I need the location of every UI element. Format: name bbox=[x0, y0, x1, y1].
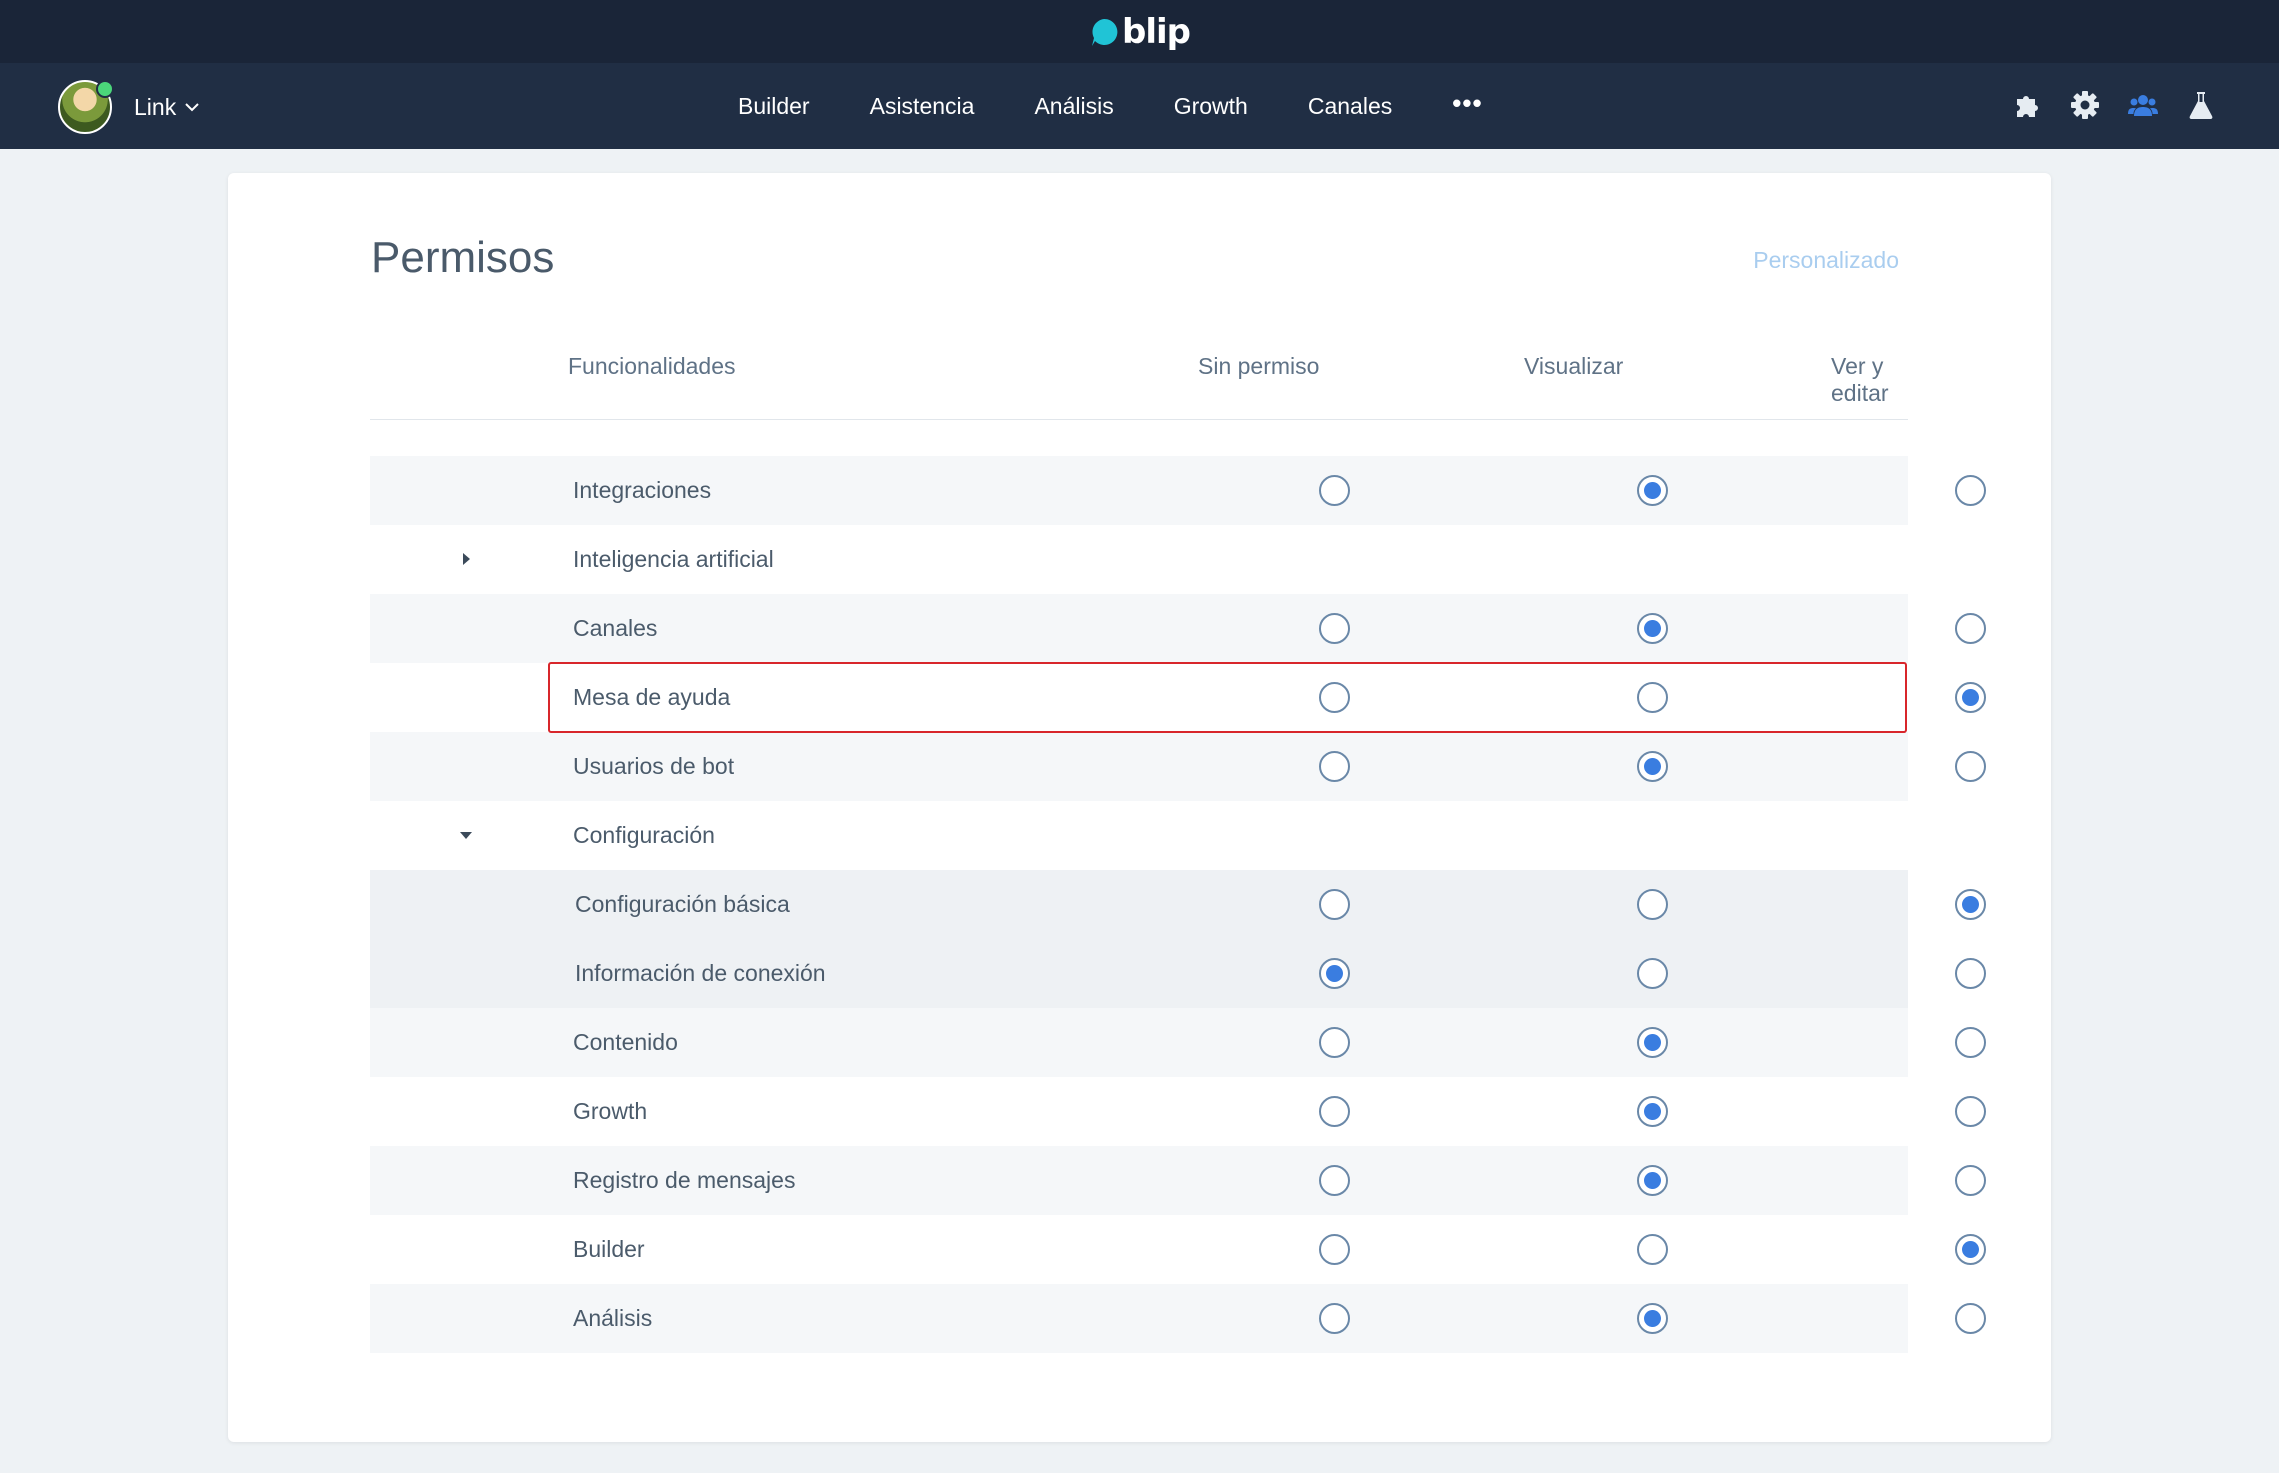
permission-radio-view[interactable] bbox=[1637, 1027, 1668, 1058]
feature-label: Growth bbox=[573, 1098, 648, 1124]
highlight-box bbox=[548, 662, 1907, 733]
permission-radio-none[interactable] bbox=[1319, 475, 1350, 506]
permission-radio-none[interactable] bbox=[1319, 889, 1350, 920]
caret-down-icon[interactable] bbox=[458, 827, 474, 843]
nav-more-button[interactable]: ••• bbox=[1452, 88, 1482, 119]
table-row: Integraciones bbox=[370, 456, 1986, 525]
permission-radio-edit[interactable] bbox=[1955, 1096, 1986, 1127]
brand-bar: blip bbox=[0, 0, 2279, 63]
permission-radio-none[interactable] bbox=[1319, 613, 1350, 644]
column-header-feature: Funcionalidades bbox=[568, 353, 736, 379]
table-row: Builder bbox=[370, 1215, 1986, 1284]
table-row: Análisis bbox=[370, 1284, 1986, 1353]
column-header-edit: Ver y editar bbox=[1831, 353, 1889, 406]
table-header: Funcionalidades Sin permiso Visualizar V… bbox=[370, 353, 1908, 420]
permission-radio-none[interactable] bbox=[1319, 958, 1350, 989]
nav-icons bbox=[2011, 89, 2217, 121]
feature-label: Inteligencia artificial bbox=[573, 546, 774, 572]
column-header-none: Sin permiso bbox=[1198, 353, 1320, 379]
permission-radio-none[interactable] bbox=[1319, 1165, 1350, 1196]
permission-radio-edit[interactable] bbox=[1955, 682, 1986, 713]
column-header-view: Visualizar bbox=[1524, 353, 1624, 379]
feature-label: Análisis bbox=[573, 1305, 653, 1331]
table-row: Growth bbox=[370, 1077, 1986, 1146]
table-row: Usuarios de bot bbox=[370, 732, 1986, 801]
chevron-down-icon[interactable] bbox=[184, 99, 200, 115]
puzzle-icon[interactable] bbox=[2011, 89, 2043, 121]
permission-radio-none[interactable] bbox=[1319, 751, 1350, 782]
permission-radio-edit[interactable] bbox=[1955, 475, 1986, 506]
permission-radio-edit[interactable] bbox=[1955, 1165, 1986, 1196]
gear-icon[interactable] bbox=[2069, 89, 2101, 121]
permission-radio-edit[interactable] bbox=[1955, 1027, 1986, 1058]
permissions-card: Permisos Personalizado Funcionalidades S… bbox=[228, 173, 2051, 1442]
feature-label: Configuración bbox=[573, 822, 715, 848]
permission-radio-view[interactable] bbox=[1637, 958, 1668, 989]
group-row[interactable]: Inteligencia artificial bbox=[370, 525, 1908, 594]
blip-logo[interactable]: blip bbox=[1089, 11, 1191, 52]
nav-link-analisis[interactable]: Análisis bbox=[1034, 93, 1113, 120]
permission-radio-view[interactable] bbox=[1637, 1303, 1668, 1334]
table-row: Canales bbox=[370, 594, 1986, 663]
permission-radio-view[interactable] bbox=[1637, 1096, 1668, 1127]
permission-radio-edit[interactable] bbox=[1955, 1303, 1986, 1334]
feature-label: Configuración básica bbox=[575, 891, 790, 917]
user-name[interactable]: Link bbox=[134, 94, 176, 121]
permission-radio-none[interactable] bbox=[1319, 1096, 1350, 1127]
permission-radio-view[interactable] bbox=[1637, 613, 1668, 644]
feature-label: Builder bbox=[573, 1236, 645, 1262]
nav-link-growth[interactable]: Growth bbox=[1174, 93, 1248, 120]
nav-links: Builder Asistencia Análisis Growth Canal… bbox=[738, 63, 1483, 149]
permission-radio-edit[interactable] bbox=[1955, 889, 1986, 920]
nav-link-asistencia[interactable]: Asistencia bbox=[870, 93, 975, 120]
caret-right-icon[interactable] bbox=[458, 551, 474, 567]
permission-radio-edit[interactable] bbox=[1955, 958, 1986, 989]
table-row: Registro de mensajes bbox=[370, 1146, 1986, 1215]
permissions-table: Integraciones Inteligencia artificial Cana… bbox=[370, 456, 1986, 1353]
page-title: Permisos bbox=[371, 233, 555, 282]
online-status-badge bbox=[96, 80, 114, 98]
feature-label: Integraciones bbox=[573, 477, 712, 503]
permission-radio-edit[interactable] bbox=[1955, 613, 1986, 644]
permission-radio-view[interactable] bbox=[1637, 889, 1668, 920]
permission-radio-view[interactable] bbox=[1637, 1234, 1668, 1265]
table-row: Configuración básica bbox=[370, 870, 1986, 939]
team-icon[interactable] bbox=[2127, 89, 2159, 121]
profile-label: Personalizado bbox=[1753, 247, 1899, 273]
feature-label: Información de conexión bbox=[575, 960, 826, 986]
nav-link-canales[interactable]: Canales bbox=[1308, 93, 1392, 120]
brand-name: blip bbox=[1122, 11, 1191, 52]
nav-link-builder[interactable]: Builder bbox=[738, 93, 810, 120]
user-menu[interactable]: Link bbox=[58, 80, 200, 134]
feature-label: Usuarios de bot bbox=[573, 753, 735, 779]
feature-label: Contenido bbox=[573, 1029, 678, 1055]
feature-label: Canales bbox=[573, 615, 658, 641]
permission-radio-none[interactable] bbox=[1319, 1027, 1350, 1058]
flask-icon[interactable] bbox=[2185, 89, 2217, 121]
permission-radio-none[interactable] bbox=[1319, 1234, 1350, 1265]
permission-radio-view[interactable] bbox=[1637, 751, 1668, 782]
blip-logo-icon bbox=[1092, 18, 1118, 46]
permission-radio-none[interactable] bbox=[1319, 1303, 1350, 1334]
permission-radio-edit[interactable] bbox=[1955, 1234, 1986, 1265]
permission-radio-edit[interactable] bbox=[1955, 751, 1986, 782]
table-row: Información de conexión bbox=[370, 939, 1986, 1008]
feature-label: Registro de mensajes bbox=[573, 1167, 796, 1193]
permission-radio-view[interactable] bbox=[1637, 1165, 1668, 1196]
main-navbar: Link Builder Asistencia Análisis Growth … bbox=[0, 63, 2279, 149]
avatar[interactable] bbox=[58, 80, 114, 134]
permission-radio-view[interactable] bbox=[1637, 475, 1668, 506]
group-row[interactable]: Configuración bbox=[370, 801, 1908, 870]
table-row: Contenido bbox=[370, 1008, 1986, 1077]
